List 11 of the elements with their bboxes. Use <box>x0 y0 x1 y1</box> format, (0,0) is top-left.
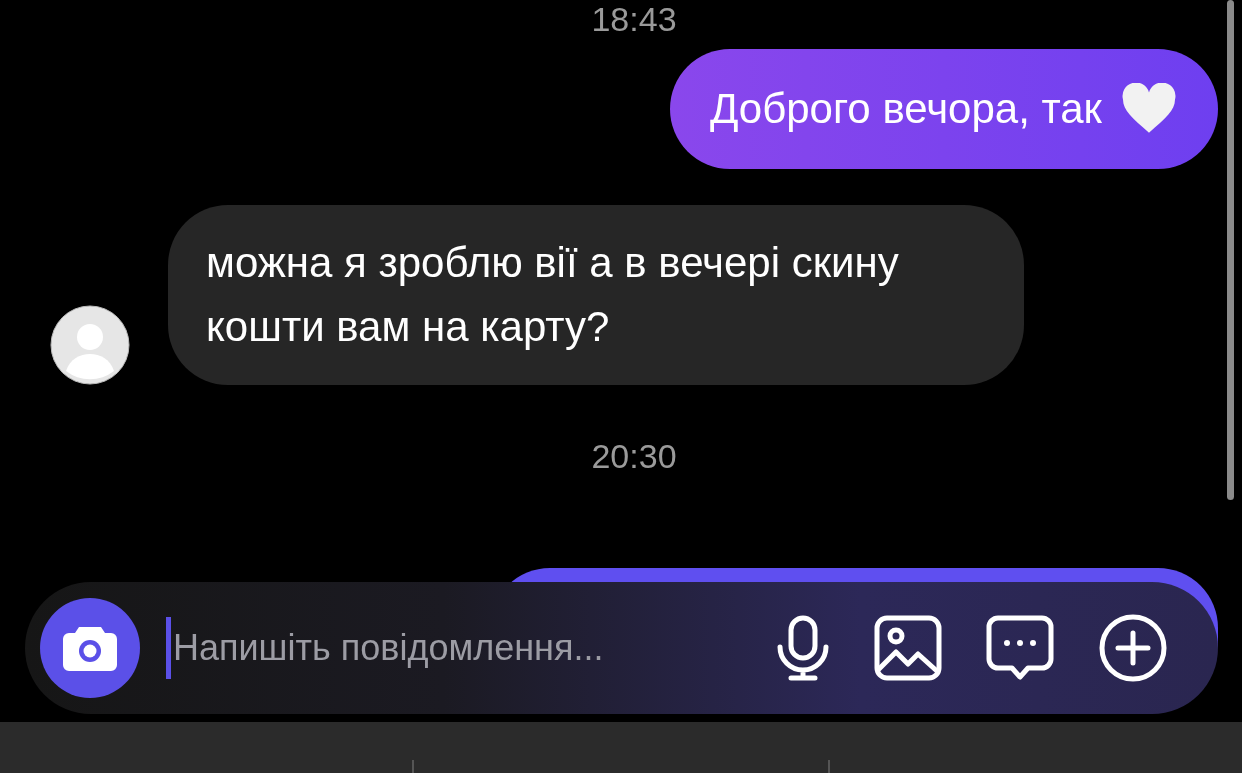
avatar-icon <box>50 305 130 385</box>
heart-icon <box>1120 83 1178 135</box>
timestamp: 18:43 <box>591 0 677 39</box>
message-text: Доброго вечора, так <box>709 85 1102 133</box>
image-icon[interactable] <box>874 615 942 681</box>
timestamp: 20:30 <box>591 437 677 476</box>
chat-icon[interactable] <box>986 615 1054 681</box>
add-icon[interactable] <box>1098 613 1168 683</box>
message-text: можна я зроблю вії а в вечері скину кошти вам на карту? <box>168 205 1024 385</box>
microphone-icon[interactable] <box>776 615 830 681</box>
message-field[interactable]: Напишіть повідомлення... <box>166 617 732 679</box>
